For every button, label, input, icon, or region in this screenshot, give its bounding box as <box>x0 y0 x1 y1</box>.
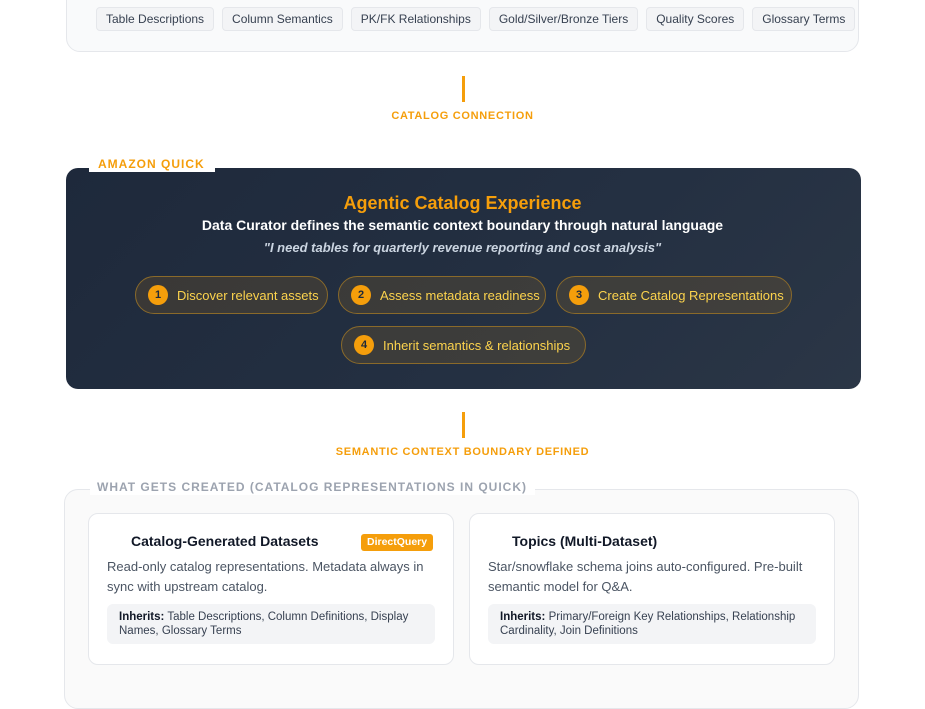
panel-title: Agentic Catalog Experience <box>343 193 582 213</box>
inherits-text: Primary/Foreign Key Relationships, Relat… <box>500 611 796 637</box>
step-assess: 2 Assess metadata readiness <box>338 276 546 314</box>
metadata-tag-list: Table Descriptions Column Semantics PK/F… <box>96 7 856 31</box>
step-number: 2 <box>351 285 371 305</box>
metadata-tag: Table Descriptions <box>96 7 215 31</box>
step-inherit: 4 Inherit semantics & relationships <box>341 326 586 364</box>
inherits-label: Inherits: <box>500 611 546 623</box>
step-discover: 1 Discover relevant assets <box>135 276 328 314</box>
directquery-badge: DirectQuery <box>361 534 434 551</box>
boundary-defined-label: SEMANTIC CONTEXT BOUNDARY DEFINED <box>335 446 590 458</box>
inherits-label: Inherits: <box>119 611 165 623</box>
created-section-label: WHAT GETS CREATED (CATALOG REPRESENTATIO… <box>90 479 535 495</box>
step-number: 1 <box>148 285 168 305</box>
topics-card-title: Topics (Multi-Dataset) <box>512 533 658 549</box>
topics-inherits-box: Inherits: Primary/Foreign Key Relationsh… <box>488 604 816 644</box>
amazon-quick-label: AMAZON QUICK <box>89 156 215 172</box>
step-label: Inherit semantics & relationships <box>383 337 571 353</box>
datasets-card-title: Catalog-Generated Datasets <box>131 533 319 549</box>
step-number: 3 <box>569 285 589 305</box>
datasets-inherits-box: Inherits: Table Descriptions, Column Def… <box>107 604 435 644</box>
step-label: Discover relevant assets <box>177 287 319 303</box>
metadata-tag: PK/FK Relationships <box>350 7 481 31</box>
metadata-tag: Gold/Silver/Bronze Tiers <box>488 7 639 31</box>
step-label: Assess metadata readiness <box>380 287 540 303</box>
metadata-tag: Glossary Terms <box>752 7 856 31</box>
metadata-tag: Column Semantics <box>222 7 343 31</box>
step-create: 3 Create Catalog Representations <box>556 276 792 314</box>
step-number: 4 <box>354 335 374 355</box>
topics-card-description: Star/snowflake schema joins auto-configu… <box>488 559 803 594</box>
panel-subtitle: Data Curator defines the semantic contex… <box>201 217 724 233</box>
step-label: Create Catalog Representations <box>598 287 784 303</box>
connector-line <box>462 76 465 102</box>
metadata-tag: Quality Scores <box>646 7 745 31</box>
connector-line <box>462 412 465 438</box>
datasets-card-description: Read-only catalog representations. Metad… <box>107 559 424 594</box>
catalog-connection-label: CATALOG CONNECTION <box>391 110 534 122</box>
panel-quote: "I need tables for quarterly revenue rep… <box>263 240 662 255</box>
